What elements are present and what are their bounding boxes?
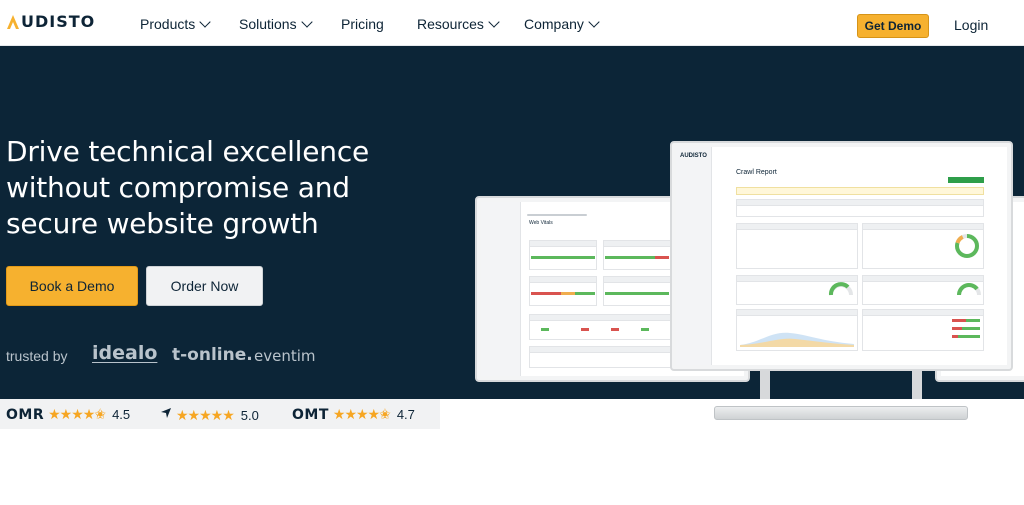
screen-brand: AUDISTO xyxy=(680,153,707,159)
chevron-down-icon xyxy=(488,16,500,28)
rating-value: 4.5 xyxy=(112,407,131,422)
screen-report-title: Crawl Report xyxy=(736,169,777,176)
order-now-button[interactable]: Order Now xyxy=(146,266,263,306)
nav-item-solutions[interactable]: Solutions xyxy=(239,16,313,32)
brand-logo-t-online: t-online. xyxy=(172,345,253,365)
audisto-logo[interactable]: UDISTO xyxy=(6,12,95,31)
nav-label: Company xyxy=(524,16,584,32)
brand-logo-idealo: idealo xyxy=(92,342,158,364)
hero-headline: Drive technical excellence without compr… xyxy=(6,135,370,240)
capterra-arrow-icon xyxy=(160,406,172,424)
nav-item-resources[interactable]: Resources xyxy=(417,16,500,32)
monitor-stand-right xyxy=(912,371,922,399)
rating-value: 4.7 xyxy=(396,407,415,422)
rating-value: 5.0 xyxy=(240,407,259,423)
nav-item-products[interactable]: Products xyxy=(140,16,211,32)
chevron-down-icon xyxy=(588,16,600,28)
chevron-down-icon xyxy=(300,16,313,28)
star-rating-icon: ★★★★★ xyxy=(176,406,235,423)
top-navigation: UDISTO Products Solutions Pricing Resour… xyxy=(0,0,1024,46)
rating-source-logo: OMT xyxy=(292,406,329,423)
nav-label: Products xyxy=(140,16,196,32)
trusted-by-label: trusted by xyxy=(6,348,68,364)
monitor-stand-left xyxy=(760,371,770,399)
logo-mark-icon xyxy=(6,14,20,30)
login-link[interactable]: Login xyxy=(954,17,988,33)
nav-label: Pricing xyxy=(341,16,384,32)
ratings-strip: OMR ★★★★✬ 4.5 ★★★★★ 5.0 OMT ★★★★✬ 4.7 xyxy=(0,399,440,429)
chevron-down-icon xyxy=(199,16,211,28)
rating-capterra: ★★★★★ 5.0 xyxy=(160,406,259,424)
get-demo-button[interactable]: Get Demo xyxy=(857,14,929,38)
nav-item-company[interactable]: Company xyxy=(524,16,600,32)
nav-label: Resources xyxy=(417,16,484,32)
keyboard xyxy=(714,406,968,420)
dashboard-monitor-main: AUDISTO Crawl Report xyxy=(670,141,1013,371)
logo-text: UDISTO xyxy=(21,12,96,31)
nav-label: Solutions xyxy=(239,16,297,32)
rating-omt: OMT ★★★★✬ 4.7 xyxy=(292,406,415,423)
rating-omr: OMR ★★★★✬ 4.5 xyxy=(6,406,130,423)
star-rating-icon: ★★★★✬ xyxy=(48,406,106,422)
brand-logo-eventim: eventim xyxy=(254,347,316,365)
nav-item-pricing[interactable]: Pricing xyxy=(341,16,384,32)
star-rating-icon: ★★★★✬ xyxy=(332,406,391,422)
book-demo-button[interactable]: Book a Demo xyxy=(6,266,138,306)
hero-section: Drive technical excellence without compr… xyxy=(0,46,1024,399)
screen-left-title: Web Vitals xyxy=(529,220,553,226)
rating-source-logo: OMR xyxy=(6,406,45,423)
